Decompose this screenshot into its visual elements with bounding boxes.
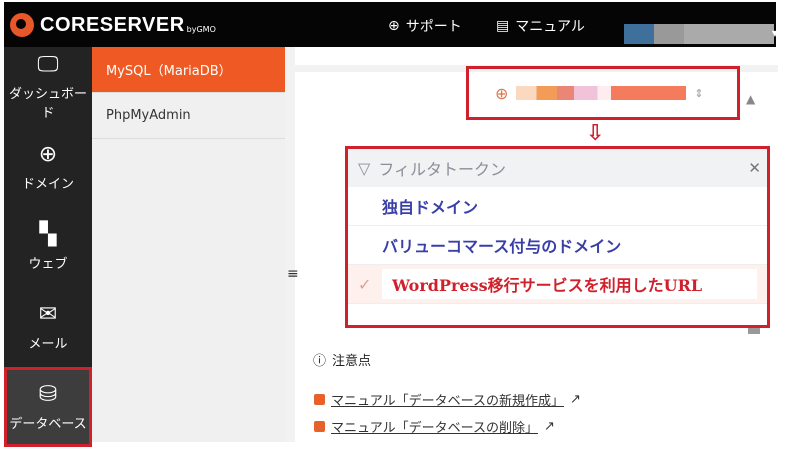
filter-placeholder: フィルタトークン xyxy=(378,160,506,179)
close-icon[interactable]: ✕ xyxy=(748,159,761,177)
book-icon xyxy=(314,394,325,405)
submenu-item-phpmyadmin[interactable]: PhpMyAdmin xyxy=(92,93,285,139)
globe-icon: ⊕ xyxy=(38,141,58,167)
dropdown-option[interactable]: バリューコマース付与のドメイン xyxy=(348,226,767,265)
top-bar: CORESERVER byGMO ⊕ サポート ▤ マニュアル ▼ xyxy=(4,2,778,47)
caret-down-icon[interactable]: ▼ xyxy=(772,29,778,38)
check-icon: ✓ xyxy=(358,274,372,294)
notes-heading: ⓘ 注意点 xyxy=(313,350,371,369)
sidebar-label: ドメイン xyxy=(21,176,74,192)
sidebar-item-domain[interactable]: ⊕ ドメイン xyxy=(4,127,92,207)
sidebar-item-database[interactable]: ⛁ データベース xyxy=(4,367,92,447)
book-icon: ▤ xyxy=(496,18,510,34)
lifebuoy-icon: ⊕ xyxy=(388,18,400,34)
scrollbar[interactable] xyxy=(748,328,760,334)
sidebar: 🖵 ダッシュボード ⊕ ドメイン ▚ ウェブ ✉ メール ⛁ データベース xyxy=(4,47,92,447)
domain-dropdown: ▽ フィルタトークン ✕ 独自ドメイン バリューコマース付与のドメイン ✓ Wor… xyxy=(345,146,770,328)
database-icon: ⛁ xyxy=(38,381,58,407)
globe-icon: ⊕ xyxy=(495,83,509,103)
option-label: バリューコマース付与のドメイン xyxy=(382,237,622,256)
manual-link-create[interactable]: マニュアル「データベースの新規作成」 ↗ xyxy=(314,390,581,409)
dropdown-option[interactable]: 独自ドメイン xyxy=(348,187,767,226)
header-strip xyxy=(295,47,778,65)
external-link-icon: ↗ xyxy=(569,392,581,407)
envelope-icon: ✉ xyxy=(38,301,58,327)
option-label: WordPress移行サービスを利用したURL xyxy=(382,269,757,299)
submenu-item-mysql[interactable]: MySQL（MariaDB） xyxy=(92,47,285,93)
option-label: 独自ドメイン xyxy=(382,198,479,217)
sidebar-label: ダッシュボード xyxy=(8,87,87,121)
sidebar-label: メール xyxy=(28,336,68,352)
manual-links: マニュアル「データベースの新規作成」 ↗ マニュアル「データベースの削除」 ↗ xyxy=(314,390,581,444)
monitor-icon: 🖵 xyxy=(37,52,59,77)
brand-name: CORESERVER xyxy=(40,13,185,36)
manual-link-delete[interactable]: マニュアル「データベースの削除」 ↗ xyxy=(314,417,581,436)
book-icon xyxy=(314,421,325,432)
submenu: MySQL（MariaDB） PhpMyAdmin xyxy=(92,47,285,442)
logo[interactable]: CORESERVER byGMO xyxy=(10,13,216,37)
logo-icon xyxy=(10,13,34,37)
sidebar-item-web[interactable]: ▚ ウェブ xyxy=(4,207,92,287)
external-link-icon: ↗ xyxy=(543,419,555,434)
sidebar-label: ウェブ xyxy=(28,256,68,272)
filter-icon: ▽ xyxy=(358,158,371,178)
menu-icon[interactable]: ≡ xyxy=(287,266,299,282)
down-arrow-annotation: ⇩ xyxy=(586,121,605,146)
manual-label: マニュアル xyxy=(515,19,585,35)
notes-title: 注意点 xyxy=(332,354,372,369)
link-text: マニュアル「データベースの削除」 xyxy=(331,421,538,436)
support-label: サポート xyxy=(405,19,462,35)
account-menu-redacted[interactable] xyxy=(624,24,774,44)
domain-select[interactable]: ⊕ ⇕ xyxy=(466,66,740,120)
grid-plus-icon: ▚ xyxy=(39,221,57,247)
chevron-updown-icon: ⇕ xyxy=(694,86,704,100)
manual-link[interactable]: ▤ マニュアル xyxy=(496,16,585,36)
dropdown-option-selected[interactable]: ✓ WordPress移行サービスを利用したURL xyxy=(348,265,767,304)
link-text: マニュアル「データベースの新規作成」 xyxy=(331,394,564,409)
sidebar-item-mail[interactable]: ✉ メール xyxy=(4,287,92,367)
support-link[interactable]: ⊕ サポート xyxy=(388,16,462,36)
sidebar-label: データベース xyxy=(9,416,87,432)
redacted-domain xyxy=(516,86,687,100)
user-icon: ▲ xyxy=(746,92,756,106)
info-icon: ⓘ xyxy=(313,354,327,369)
brand-by: byGMO xyxy=(186,24,216,34)
filter-input[interactable]: ▽ フィルタトークン ✕ xyxy=(348,149,767,187)
sidebar-item-dashboard[interactable]: 🖵 ダッシュボード xyxy=(4,47,92,127)
